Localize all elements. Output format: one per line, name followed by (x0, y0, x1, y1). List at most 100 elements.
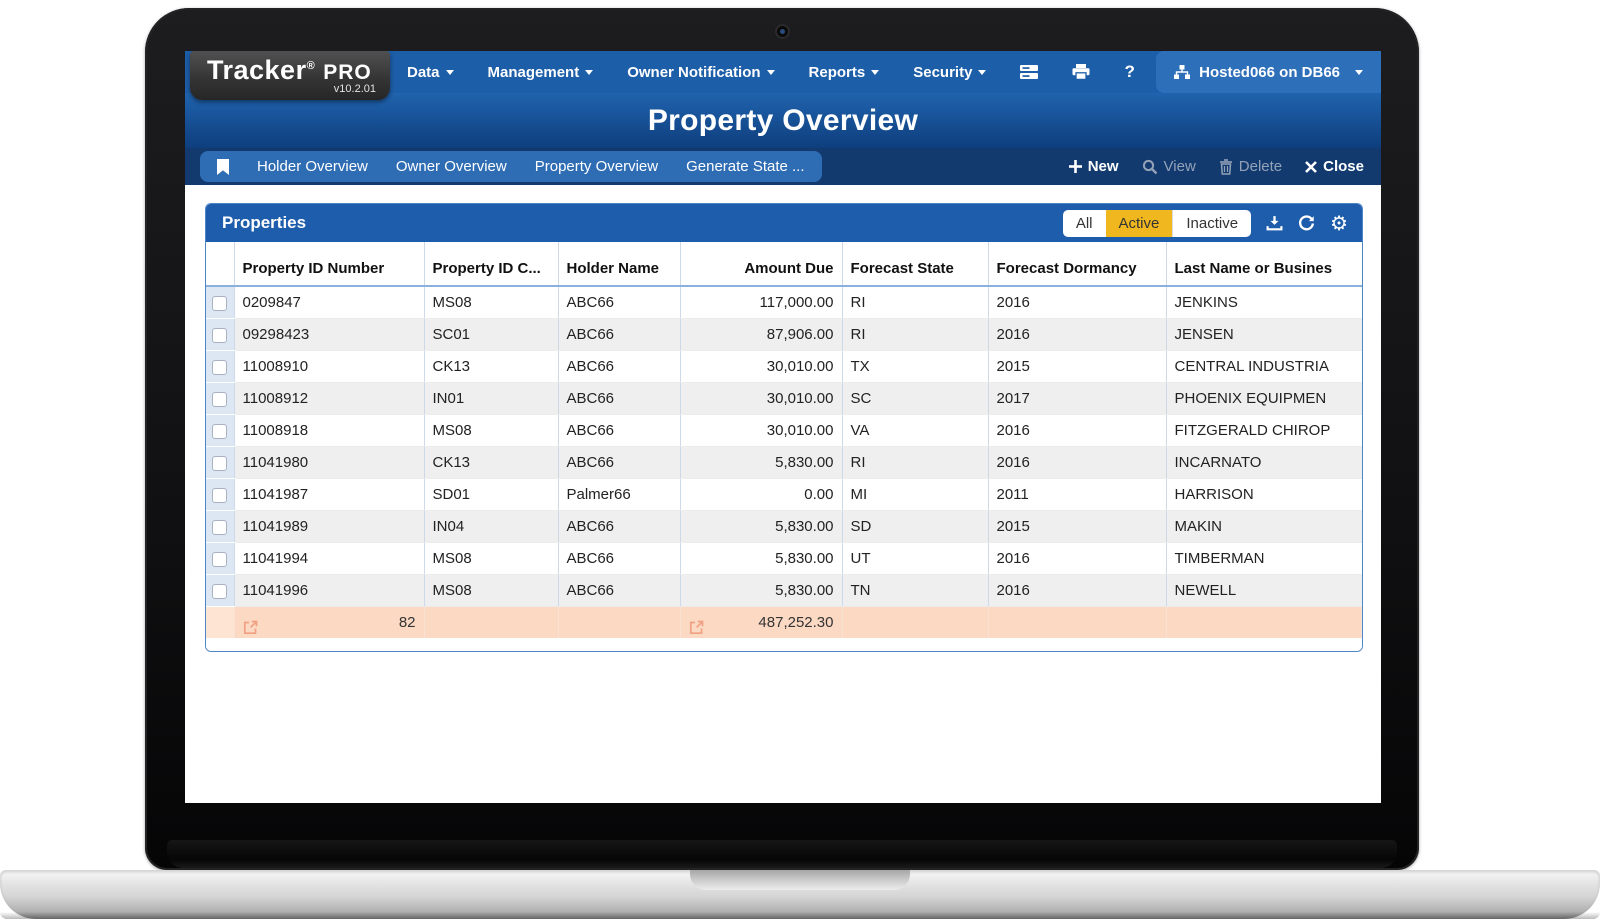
view-button: View (1142, 158, 1196, 175)
filter-inactive[interactable]: Inactive (1172, 210, 1251, 237)
tab-generate-state[interactable]: Generate State ... (686, 158, 804, 175)
refresh-button[interactable] (1298, 215, 1315, 232)
row-checkbox[interactable] (212, 424, 227, 439)
help-button[interactable]: ? (1107, 51, 1151, 93)
menu-owner-notification[interactable]: Owner Notification (610, 64, 791, 81)
cell-amount: 117,000.00 (680, 286, 842, 319)
menu-reports[interactable]: Reports (792, 64, 897, 81)
cell-amount: 30,010.00 (680, 415, 842, 447)
row-checkbox[interactable] (212, 360, 227, 375)
external-link-icon[interactable] (689, 615, 704, 638)
sitemap-icon (1174, 65, 1190, 79)
cell-property-id: 11041980 (234, 447, 424, 479)
cell-last-name: INCARNATO (1166, 447, 1362, 479)
chevron-down-icon (978, 70, 986, 75)
settings-button[interactable]: ⚙ (1330, 213, 1348, 233)
properties-table: Property ID Number Property ID C... Hold… (206, 242, 1362, 638)
navbar: Tracker® PRO v10.2.01 Data Management Ow… (185, 51, 1381, 93)
cell-property-id: 0209847 (234, 286, 424, 319)
cell-state: VA (842, 415, 988, 447)
row-checkbox[interactable] (212, 488, 227, 503)
cell-dormancy: 2015 (988, 511, 1166, 543)
chevron-down-icon (767, 70, 775, 75)
column-property-id-c[interactable]: Property ID C... (424, 242, 558, 286)
table-row[interactable]: 11041980 CK13 ABC66 5,830.00 RI 2016 INC… (206, 447, 1362, 479)
table-row[interactable]: 11008910 CK13 ABC66 30,010.00 TX 2015 CE… (206, 351, 1362, 383)
bookmark-tabs: Holder Overview Owner Overview Property … (200, 151, 822, 182)
records-list-button[interactable] (1003, 51, 1055, 93)
row-checkbox[interactable] (212, 552, 227, 567)
cell-dormancy: 2016 (988, 415, 1166, 447)
registered-mark: ® (307, 60, 316, 72)
row-checkbox[interactable] (212, 520, 227, 535)
table-row[interactable]: 0209847 MS08 ABC66 117,000.00 RI 2016 JE… (206, 286, 1362, 319)
column-amount-due[interactable]: Amount Due (680, 242, 842, 286)
row-checkbox[interactable] (212, 456, 227, 471)
row-checkbox[interactable] (212, 296, 227, 311)
record-actions: New View Delete Close (1069, 148, 1364, 185)
chevron-down-icon (871, 70, 879, 75)
cell-state: MI (842, 479, 988, 511)
select-column-header (206, 242, 234, 286)
external-link-icon[interactable] (243, 615, 258, 638)
refresh-icon (1298, 215, 1315, 232)
table-row[interactable]: 11041994 MS08 ABC66 5,830.00 UT 2016 TIM… (206, 543, 1362, 575)
cell-state: RI (842, 447, 988, 479)
cell-dormancy: 2016 (988, 543, 1166, 575)
cell-dormancy: 2011 (988, 479, 1166, 511)
laptop-hinge (167, 840, 1397, 868)
cell-dormancy: 2017 (988, 383, 1166, 415)
laptop-notch (690, 870, 910, 890)
table-row[interactable]: 11041996 MS08 ABC66 5,830.00 TN 2016 NEW… (206, 575, 1362, 607)
cell-property-id: 11041987 (234, 479, 424, 511)
table-row[interactable]: 09298423 SC01 ABC66 87,906.00 RI 2016 JE… (206, 319, 1362, 351)
cell-dormancy: 2016 (988, 447, 1166, 479)
column-last-name[interactable]: Last Name or Busines (1166, 242, 1362, 286)
record-count-cell: 82 (234, 607, 424, 639)
close-button[interactable]: Close (1305, 158, 1364, 175)
row-select-cell (206, 511, 234, 543)
column-holder-name[interactable]: Holder Name (558, 242, 680, 286)
filter-all[interactable]: All (1063, 210, 1106, 237)
cell-property-id-c: MS08 (424, 286, 558, 319)
cell-property-id-c: IN01 (424, 383, 558, 415)
server-selector[interactable]: Hosted066 on DB66 (1156, 51, 1381, 93)
tab-property-overview[interactable]: Property Overview (535, 158, 658, 175)
row-checkbox[interactable] (212, 392, 227, 407)
tab-holder-overview[interactable]: Holder Overview (257, 158, 368, 175)
cell-dormancy: 2016 (988, 575, 1166, 607)
tab-owner-overview[interactable]: Owner Overview (396, 158, 507, 175)
print-button[interactable] (1055, 51, 1107, 93)
cell-property-id: 11008912 (234, 383, 424, 415)
row-checkbox[interactable] (212, 584, 227, 599)
row-select-cell (206, 543, 234, 575)
table-row[interactable]: 11041989 IN04 ABC66 5,830.00 SD 2015 MAK… (206, 511, 1362, 543)
table-row[interactable]: 11008912 IN01 ABC66 30,010.00 SC 2017 PH… (206, 383, 1362, 415)
table-row[interactable]: 11041987 SD01 Palmer66 0.00 MI 2011 HARR… (206, 479, 1362, 511)
cell-last-name: JENSEN (1166, 319, 1362, 351)
cell-holder: ABC66 (558, 319, 680, 351)
properties-panel: Properties All Active Inactive (205, 203, 1363, 652)
new-button[interactable]: New (1069, 158, 1119, 175)
menu-management[interactable]: Management (471, 64, 611, 81)
cell-property-id-c: MS08 (424, 415, 558, 447)
export-button[interactable] (1266, 215, 1283, 232)
menu-security[interactable]: Security (896, 64, 1003, 81)
cell-dormancy: 2016 (988, 286, 1166, 319)
row-checkbox[interactable] (212, 328, 227, 343)
table-row[interactable]: 11008918 MS08 ABC66 30,010.00 VA 2016 FI… (206, 415, 1362, 447)
menu-data[interactable]: Data (390, 64, 471, 81)
cell-state: TX (842, 351, 988, 383)
webcam-icon (775, 24, 790, 39)
column-forecast-dormancy[interactable]: Forecast Dormancy (988, 242, 1166, 286)
panel-title: Properties (222, 213, 306, 233)
row-select-cell (206, 575, 234, 607)
column-property-id[interactable]: Property ID Number (234, 242, 424, 286)
cell-last-name: MAKIN (1166, 511, 1362, 543)
download-icon (1266, 215, 1283, 232)
cell-last-name: FITZGERALD CHIROP (1166, 415, 1362, 447)
filter-active[interactable]: Active (1106, 210, 1173, 237)
column-forecast-state[interactable]: Forecast State (842, 242, 988, 286)
server-label: Hosted066 on DB66 (1199, 64, 1340, 81)
record-count: 82 (399, 614, 416, 631)
